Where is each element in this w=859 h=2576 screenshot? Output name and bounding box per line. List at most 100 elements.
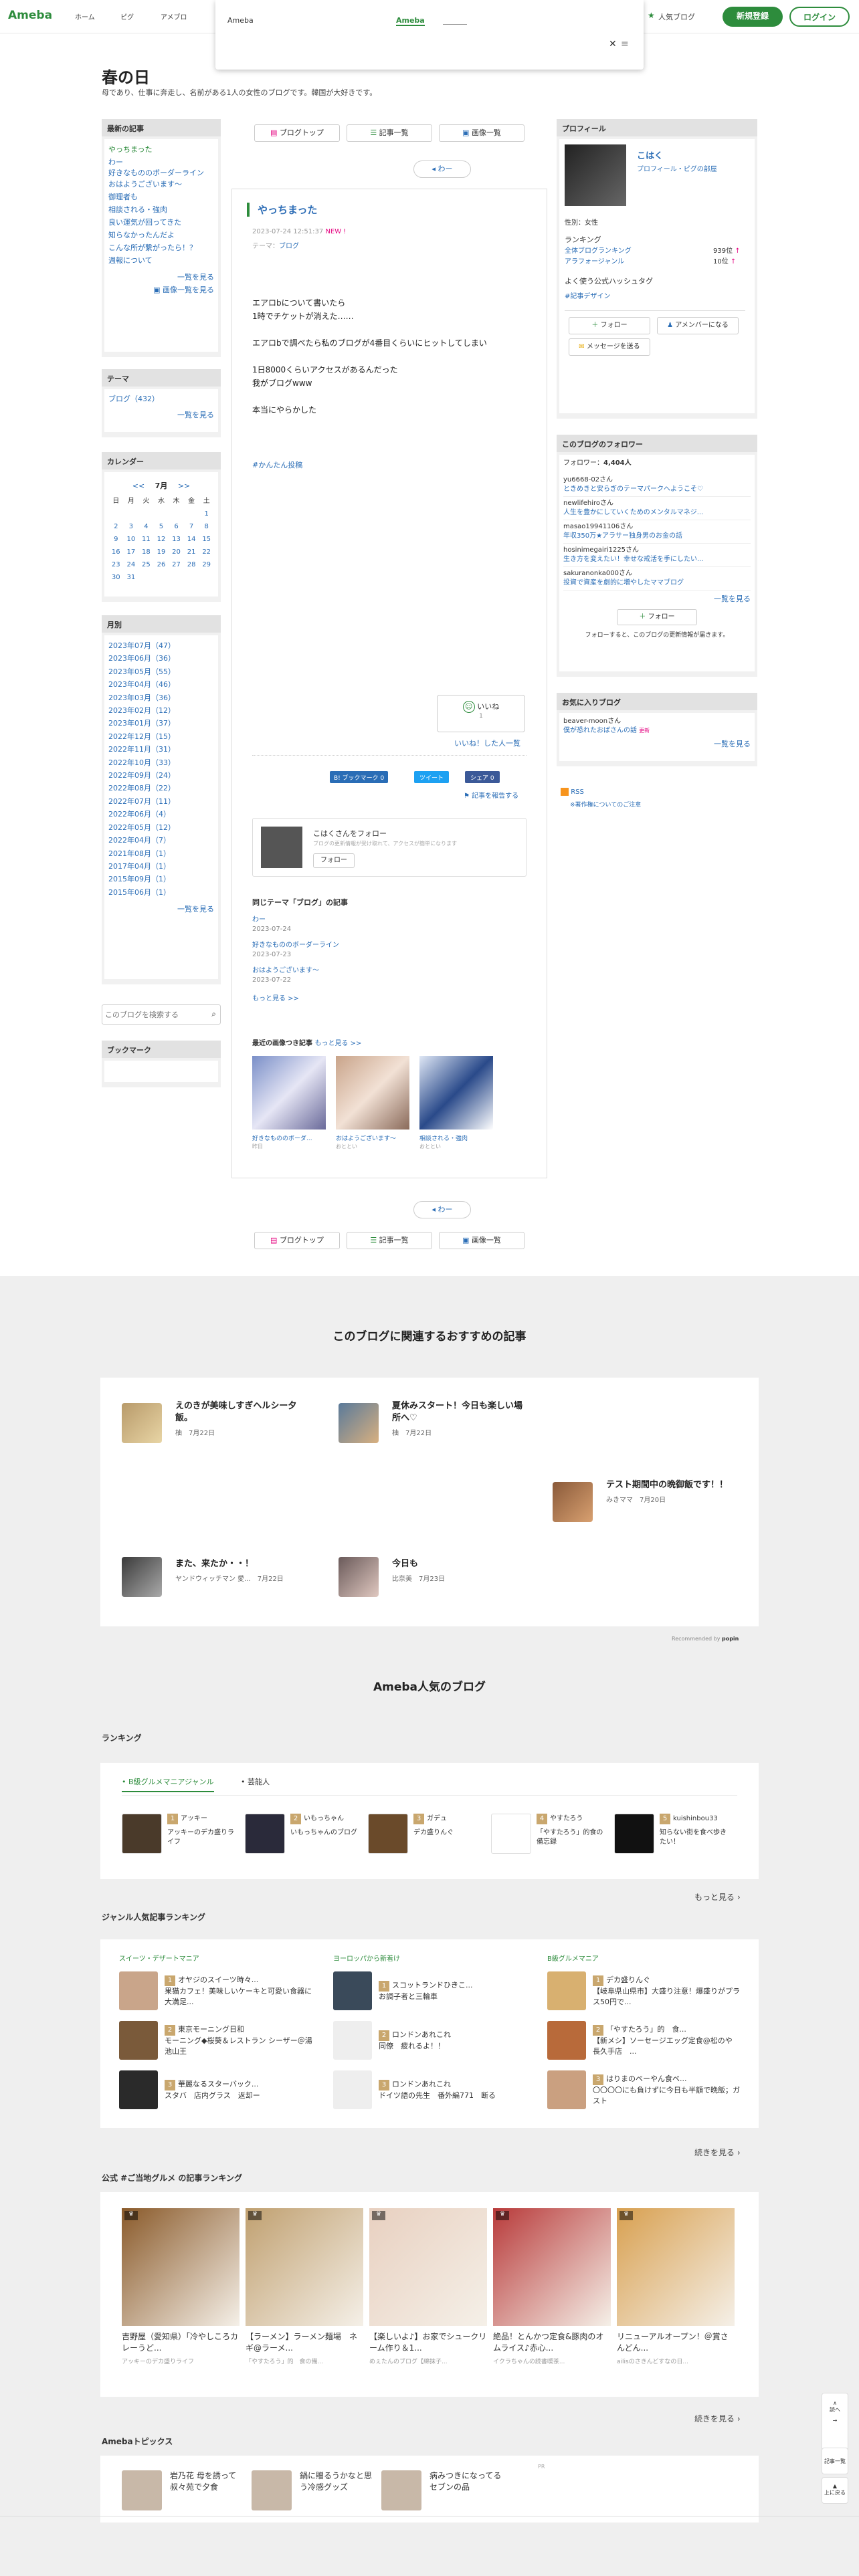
follower-name[interactable]: newlifehiroさん: [563, 499, 751, 508]
avatar[interactable]: [261, 827, 302, 868]
month-archive-item[interactable]: 2015年09月（1）: [108, 873, 214, 885]
prev-article-pill[interactable]: ◂ わー: [413, 160, 471, 178]
follower-name[interactable]: masao19941106さん: [563, 522, 751, 532]
calendar-day[interactable]: [138, 571, 154, 584]
calendar-day[interactable]: 9: [108, 533, 124, 546]
follower-name[interactable]: sakuranonka000さん: [563, 569, 751, 578]
month-archive-item[interactable]: 2023年06月（36）: [108, 652, 214, 665]
ranking-avatar[interactable]: [491, 1814, 531, 1854]
month-archive-item[interactable]: 2022年05月（12）: [108, 821, 214, 834]
prev-article-pill-bottom[interactable]: ◂ わー: [413, 1201, 471, 1218]
month-archive-item[interactable]: 2023年07月（47）: [108, 639, 214, 652]
same-theme-more[interactable]: もっと見る >>: [252, 994, 339, 1004]
genre-item[interactable]: 3 華麗なるスターバック... スタバ 店内グラス 返却ー: [119, 2067, 313, 2113]
genre-item[interactable]: 3 はりまのベーやん食ベ... 〇〇〇〇にも負けずに今日も半額で晩飯；ガスト: [547, 2067, 741, 2113]
calendar-day[interactable]: 5: [154, 520, 169, 533]
calendar-prev[interactable]: <<: [132, 481, 145, 490]
calendar-day[interactable]: 16: [108, 546, 124, 558]
nav-pigg[interactable]: ピグ: [120, 11, 134, 21]
calendar-day[interactable]: [138, 508, 154, 520]
gourmet-item[interactable]: ♛ 吉野屋（愛知県）「冷やしころカレーうど... アッキーのデカ盛りライフ: [122, 2208, 240, 2365]
calendar-day[interactable]: 3: [124, 520, 139, 533]
ranking-more[interactable]: もっと見る ›: [694, 1891, 741, 1903]
gourmet-more[interactable]: 続きを見る ›: [694, 2413, 741, 2424]
like-button[interactable]: ☺ いいね 1: [437, 695, 525, 732]
calendar-day[interactable]: 19: [154, 546, 169, 558]
followers-more[interactable]: 一覧を見る: [563, 595, 751, 604]
monthly-more[interactable]: 一覧を見る: [108, 903, 214, 916]
same-theme-item[interactable]: わー: [252, 916, 339, 925]
calendar-day[interactable]: 23: [108, 558, 124, 571]
image-articles-more[interactable]: もっと見る >>: [314, 1040, 361, 1047]
month-archive-item[interactable]: 2023年03月（36）: [108, 691, 214, 704]
month-archive-item[interactable]: 2023年02月（12）: [108, 704, 214, 717]
ranking-avatar[interactable]: [245, 1814, 285, 1854]
ranking-item[interactable]: 5 kuishinbou33 知らない街を食べ歩きたい！: [614, 1814, 727, 1854]
ranking-overall[interactable]: 全体ブログランキング: [565, 245, 632, 255]
calendar-day[interactable]: [154, 571, 169, 584]
calendar-day[interactable]: 28: [184, 558, 199, 571]
calendar-day[interactable]: [154, 508, 169, 520]
genre-item[interactable]: 1 オヤジのスイーツ時々... 果猫カフェ！美味しいケーキと可愛い食器に大満足...: [119, 1968, 313, 2014]
same-theme-item[interactable]: 好きなもののボーダーライン: [252, 941, 339, 950]
profile-follow-button[interactable]: ＋ フォロー: [569, 317, 650, 334]
ranking-avatar[interactable]: [368, 1814, 408, 1854]
topic-item[interactable]: 病みつきになってるセブンの品: [381, 2470, 503, 2510]
ameba-logo[interactable]: Ameba: [8, 9, 52, 22]
calendar-day[interactable]: 31: [124, 571, 139, 584]
month-archive-item[interactable]: 2015年06月（1）: [108, 886, 214, 899]
month-archive-item[interactable]: 2022年11月（31）: [108, 743, 214, 756]
month-archive-item[interactable]: 2022年07月（11）: [108, 795, 214, 808]
float-next[interactable]: →: [822, 2415, 848, 2426]
topic-item[interactable]: 鍋に贈るうかなと思う冷感グッズ: [252, 2470, 373, 2510]
genre-item[interactable]: 1 スコットランドひきこ... お調子者と三輪車: [333, 1968, 527, 2014]
article-theme-link[interactable]: ブログ: [279, 243, 299, 250]
follower-blog[interactable]: ときめきと安らぎのテーマパークへようこそ♡: [563, 485, 751, 494]
recommend-thumb[interactable]: [553, 1482, 593, 1522]
nav-home[interactable]: ホーム: [75, 11, 95, 21]
ranking-item[interactable]: 4 やすたろう 「やすたろう」的食の備忘録: [491, 1814, 603, 1854]
same-theme-item[interactable]: おはようございます〜: [252, 966, 339, 976]
calendar-day[interactable]: [169, 508, 184, 520]
month-archive-item[interactable]: 2023年05月（55）: [108, 665, 214, 678]
calendar-day[interactable]: 26: [154, 558, 169, 571]
calendar-day[interactable]: 12: [154, 533, 169, 546]
rss-link[interactable]: RSS: [561, 788, 584, 796]
gourmet-item[interactable]: ♛ リニューアルオープン！＠賞さんどん... ailisのさきんどすなの日...: [617, 2208, 735, 2365]
genre-name[interactable]: ヨーロッパから新着け: [333, 1953, 527, 1963]
recent-item[interactable]: こんな所が繋がったら！？: [108, 241, 214, 254]
recommend-title[interactable]: テスト期間中の晩御飯です！！: [606, 1479, 740, 1491]
close-icon[interactable]: ✕: [609, 39, 617, 49]
follower-blog[interactable]: 年収350万★アラサー独身男のお金の話: [563, 532, 751, 541]
image-thumb[interactable]: [336, 1056, 409, 1130]
recommend-thumb[interactable]: [339, 1403, 379, 1443]
recommend-title[interactable]: えのきが美味しすぎヘルシー夕飯。: [175, 1400, 309, 1424]
calendar-day[interactable]: 8: [199, 520, 214, 533]
ranking-tab-celebrity[interactable]: • 芸能人: [241, 1776, 270, 1787]
profile-hashtag[interactable]: #記事デザイン: [565, 290, 610, 300]
recent-images-link[interactable]: ▣ 画像一覧を見る: [108, 284, 214, 296]
image-thumb[interactable]: [252, 1056, 326, 1130]
ranking-item[interactable]: 1 アッキー アッキーのデカ盛りライフ: [122, 1814, 234, 1854]
hatena-bookmark-button[interactable]: B! ブックマーク 0: [330, 771, 389, 783]
recent-item[interactable]: おはようございます〜: [108, 178, 214, 191]
menu-icon[interactable]: ≡: [621, 39, 629, 49]
amember-button[interactable]: ♟ アメンバーになる: [657, 317, 739, 334]
genre-name[interactable]: スイーツ・デザートマニア: [119, 1953, 313, 1963]
fav-blog-title[interactable]: 僕が恐れたおばさんの話: [563, 727, 637, 734]
calendar-day[interactable]: 7: [184, 520, 199, 533]
copyright-note-link[interactable]: ※著作権についてのご注意: [570, 800, 641, 809]
theme-item[interactable]: ブログ（432）: [108, 393, 214, 405]
calendar-day[interactable]: 25: [138, 558, 154, 571]
recent-item[interactable]: 知らなかったんだよ: [108, 229, 214, 241]
follower-blog[interactable]: 生き方を変えたい！幸せな戒活を手にしたい...: [563, 555, 751, 564]
genre-item[interactable]: 1 デカ盛りんぐ 【岐阜県山県市】大盛り注意！爆盛りがプラス50円で...: [547, 1968, 741, 2014]
topic-item[interactable]: 岩乃花 母を誘って叔々苑で夕食: [122, 2470, 244, 2510]
genre-item[interactable]: 2 東京モーニング日和 モーニング◆桜葵＆レストラン シーザー＠湯池山王: [119, 2018, 313, 2063]
calendar-day[interactable]: [184, 508, 199, 520]
calendar-day[interactable]: 24: [124, 558, 139, 571]
fav-more[interactable]: 一覧を見る: [563, 740, 751, 749]
recent-item[interactable]: 良い運気が回ってきた: [108, 216, 214, 229]
calendar-day[interactable]: [184, 571, 199, 584]
month-archive-item[interactable]: 2017年04月（1）: [108, 860, 214, 873]
